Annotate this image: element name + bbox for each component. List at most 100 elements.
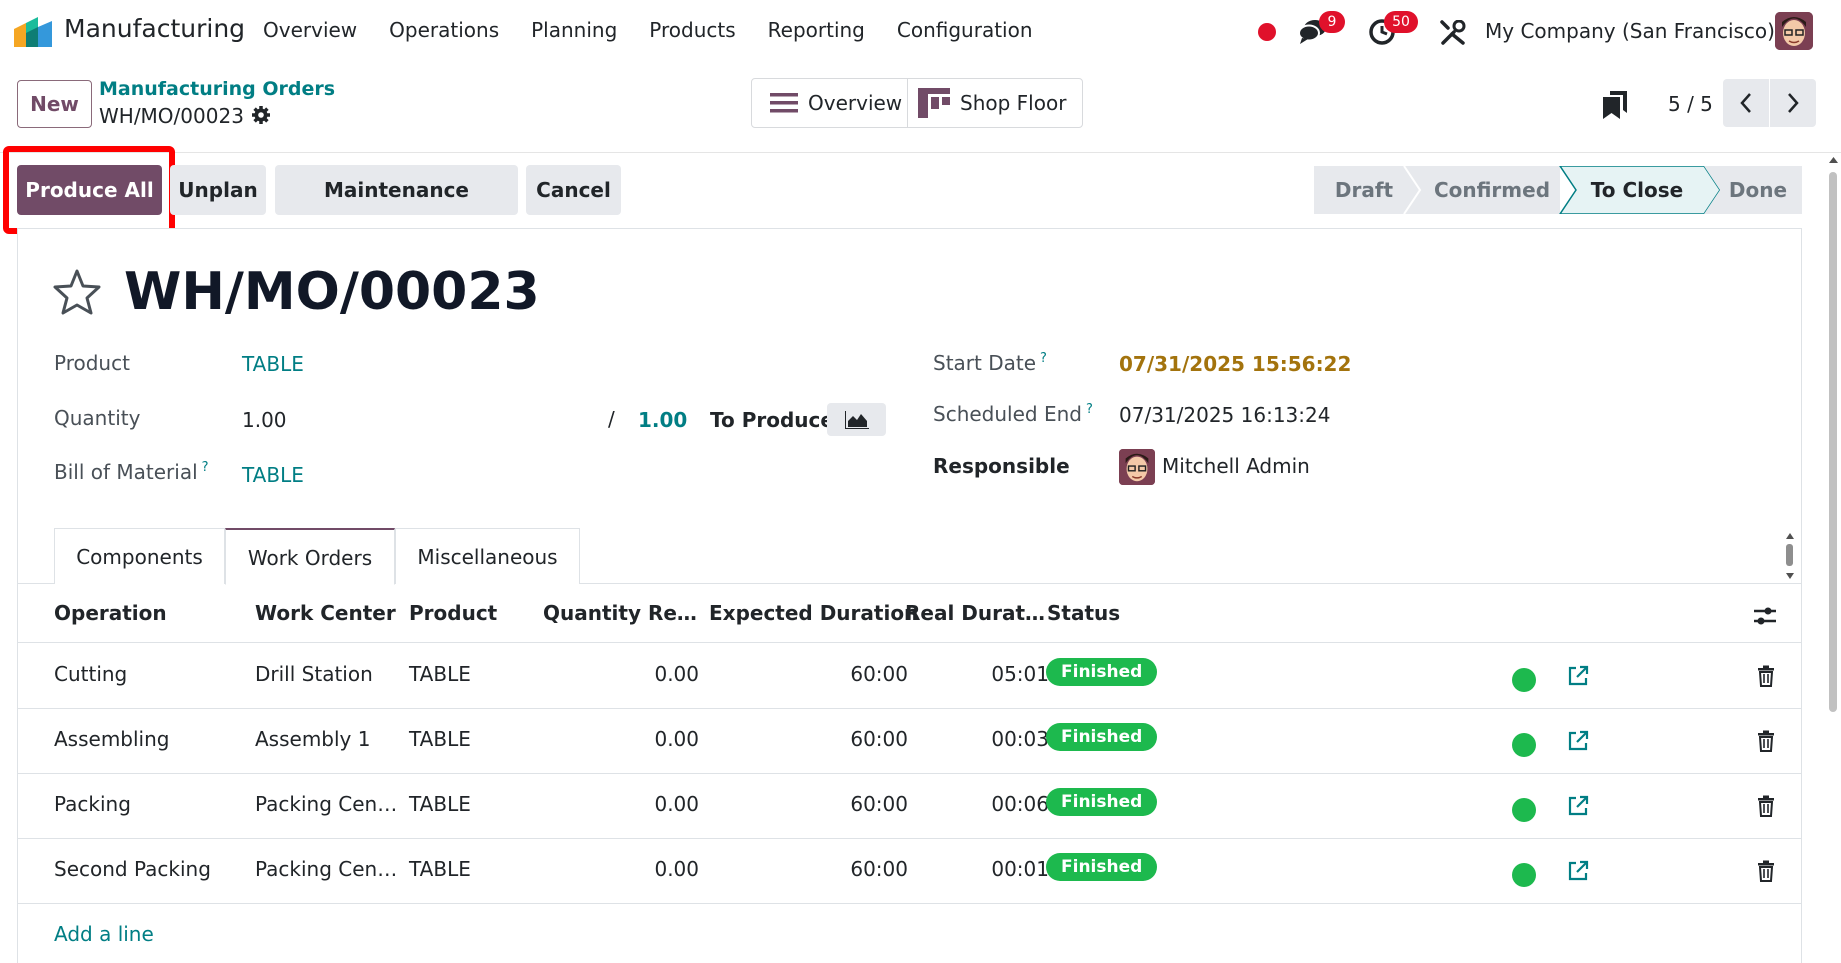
work-center-cell: Drill Station xyxy=(255,662,373,686)
open-external-icon[interactable] xyxy=(1566,859,1590,883)
forecast-chart-button[interactable] xyxy=(827,403,886,436)
start-date-field[interactable]: 07/31/2025 15:56:22 xyxy=(1119,352,1351,376)
chat-count-badge: 9 xyxy=(1319,11,1345,33)
main-scrollbar[interactable] xyxy=(1826,152,1841,963)
menu-configuration[interactable]: Configuration xyxy=(897,18,1033,42)
bom-help-icon[interactable]: ? xyxy=(202,460,209,475)
menu-overview[interactable]: Overview xyxy=(263,18,357,42)
responsible-field[interactable]: Mitchell Admin xyxy=(1162,454,1310,478)
stage-confirmed[interactable]: Confirmed xyxy=(1414,166,1570,214)
tab-miscellaneous[interactable]: Miscellaneous xyxy=(395,528,580,584)
star-icon[interactable] xyxy=(52,268,102,316)
status-dot-icon[interactable] xyxy=(1258,23,1276,41)
expected-duration-cell: 60:00 xyxy=(850,857,908,881)
bookmark-icon[interactable] xyxy=(1603,91,1627,119)
menu-reporting[interactable]: Reporting xyxy=(768,18,865,42)
product-cell: TABLE xyxy=(409,792,471,816)
col-expected-duration[interactable]: Expected Duration xyxy=(709,601,918,625)
workorder-status-dot-icon[interactable] xyxy=(1512,668,1536,692)
shop-floor-icon xyxy=(918,88,950,118)
quantity-cell: 0.00 xyxy=(654,857,699,881)
highlight-annotation xyxy=(3,146,175,234)
quantity-cell: 0.00 xyxy=(654,727,699,751)
pager-previous-button[interactable] xyxy=(1723,79,1769,127)
view-switcher: Overview Shop Floor xyxy=(751,78,1083,128)
table-row[interactable]: Packing Packing Cen… TABLE 0.00 60:00 00:06 Fi… xyxy=(17,774,1802,839)
tab-work-orders[interactable]: Work Orders xyxy=(225,528,395,585)
trash-icon[interactable] xyxy=(1756,730,1776,752)
scheduled-end-label: Scheduled End? xyxy=(933,402,1093,426)
stage-draft[interactable]: Draft xyxy=(1314,166,1414,214)
workorder-status-dot-icon[interactable] xyxy=(1512,863,1536,887)
expected-duration-cell: 60:00 xyxy=(850,662,908,686)
user-avatar[interactable] xyxy=(1775,12,1813,50)
debug-tools-icon[interactable] xyxy=(1440,20,1466,46)
tabs-scrollbar[interactable] xyxy=(1783,530,1797,582)
col-product[interactable]: Product xyxy=(409,601,497,625)
main-scrollbar-thumb[interactable] xyxy=(1829,172,1837,712)
stage-done[interactable]: Done xyxy=(1704,166,1812,214)
table-row[interactable]: Cutting Drill Station TABLE 0.00 60:00 05:01 F… xyxy=(17,644,1802,709)
tab-components[interactable]: Components xyxy=(54,528,225,584)
app-name[interactable]: Manufacturing xyxy=(64,14,245,43)
breadcrumb-manufacturing-orders[interactable]: Manufacturing Orders xyxy=(99,78,335,100)
cancel-button[interactable]: Cancel xyxy=(526,165,621,215)
table-row[interactable]: Second Packing Packing Cen… TABLE 0.00 60:00… xyxy=(17,839,1802,904)
table-row[interactable]: Assembling Assembly 1 TABLE 0.00 60:00 00:03 F… xyxy=(17,709,1802,774)
menu-products[interactable]: Products xyxy=(649,18,735,42)
col-quantity[interactable]: Quantity Re… xyxy=(543,601,697,625)
maintenance-request-button[interactable]: Maintenance Request xyxy=(275,165,518,252)
record-title: WH/MO/00023 xyxy=(124,262,540,322)
scheduled-end-help-icon[interactable]: ? xyxy=(1086,402,1093,417)
scheduled-end-field[interactable]: 07/31/2025 16:13:24 xyxy=(1119,403,1330,427)
area-chart-icon xyxy=(844,410,869,429)
col-work-center[interactable]: Work Center xyxy=(255,601,396,625)
company-switcher[interactable]: My Company (San Francisco) xyxy=(1485,19,1775,43)
workorder-status-dot-icon[interactable] xyxy=(1512,733,1536,757)
stage-to-close[interactable]: To Close xyxy=(1570,166,1704,214)
real-duration-cell: 00:06 xyxy=(991,792,1049,816)
operation-cell: Second Packing xyxy=(54,857,211,881)
menu-planning[interactable]: Planning xyxy=(531,18,617,42)
trash-icon[interactable] xyxy=(1756,665,1776,687)
pager-next-button[interactable] xyxy=(1770,79,1816,127)
real-duration-cell: 00:01 xyxy=(991,857,1049,881)
notebook-tabs: Components Work Orders Miscellaneous xyxy=(54,528,580,585)
product-cell: TABLE xyxy=(409,857,471,881)
open-external-icon[interactable] xyxy=(1566,664,1590,688)
add-line-link[interactable]: Add a line xyxy=(54,922,154,946)
open-external-icon[interactable] xyxy=(1566,729,1590,753)
col-status[interactable]: Status xyxy=(1047,601,1120,625)
col-operation[interactable]: Operation xyxy=(54,601,167,625)
workorder-status-dot-icon[interactable] xyxy=(1512,798,1536,822)
menu-operations[interactable]: Operations xyxy=(389,18,499,42)
quantity-label: Quantity xyxy=(54,406,141,430)
real-duration-cell: 00:03 xyxy=(991,727,1049,751)
start-date-help-icon[interactable]: ? xyxy=(1040,351,1047,366)
quantity-field[interactable]: 1.00 xyxy=(242,408,287,432)
open-external-icon[interactable] xyxy=(1566,794,1590,818)
product-label: Product xyxy=(54,351,130,375)
new-button[interactable]: New xyxy=(17,80,92,128)
responsible-label: Responsible xyxy=(933,454,1070,478)
shop-floor-button[interactable]: Shop Floor xyxy=(908,79,1082,127)
product-field[interactable]: TABLE xyxy=(242,352,304,376)
trash-icon[interactable] xyxy=(1756,860,1776,882)
manufacturing-app-icon[interactable] xyxy=(12,15,54,49)
trash-icon[interactable] xyxy=(1756,795,1776,817)
overview-button[interactable]: Overview xyxy=(752,79,908,127)
column-settings-icon[interactable] xyxy=(1752,604,1778,628)
pager-value[interactable]: 5 / 5 xyxy=(1668,92,1713,116)
col-real-duration[interactable]: Real Durat… xyxy=(905,601,1045,625)
bom-label-text: Bill of Material xyxy=(54,460,198,484)
quantity-total-link[interactable]: 1.00 xyxy=(638,408,687,432)
real-duration-cell: 05:01 xyxy=(991,662,1049,686)
chevron-right-icon xyxy=(1788,93,1799,113)
unplan-button[interactable]: Unplan xyxy=(170,165,266,215)
table-header: Operation Work Center Product Quantity R… xyxy=(17,590,1802,643)
tabs-scrollbar-thumb[interactable] xyxy=(1786,544,1793,566)
bom-field[interactable]: TABLE xyxy=(242,463,304,487)
work-center-cell: Assembly 1 xyxy=(255,727,371,751)
main-menu: Overview Operations Planning Products Re… xyxy=(263,18,1065,42)
gear-icon[interactable] xyxy=(251,105,271,125)
